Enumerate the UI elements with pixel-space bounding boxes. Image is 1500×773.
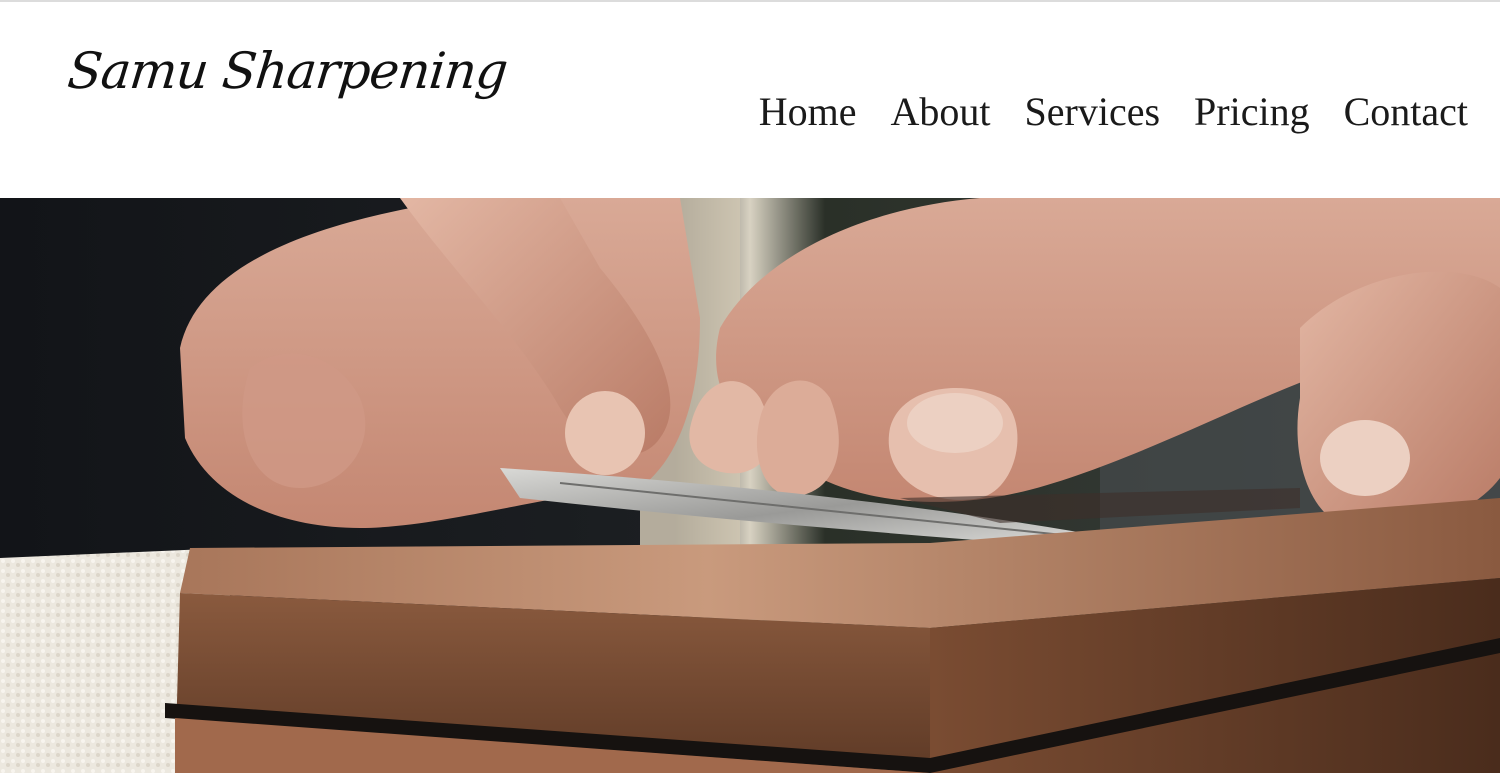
main-nav: Home About Services Pricing Contact bbox=[759, 92, 1468, 132]
nav-services[interactable]: Services bbox=[1025, 92, 1161, 132]
nav-pricing[interactable]: Pricing bbox=[1194, 92, 1310, 132]
site-logo[interactable]: Samu Sharpening bbox=[65, 42, 510, 100]
hero-image bbox=[0, 198, 1500, 773]
nav-contact[interactable]: Contact bbox=[1344, 92, 1468, 132]
site-header: Samu Sharpening Home About Services Pric… bbox=[0, 2, 1500, 198]
nav-about[interactable]: About bbox=[891, 92, 991, 132]
nav-home[interactable]: Home bbox=[759, 92, 857, 132]
page: Samu Sharpening Home About Services Pric… bbox=[0, 0, 1500, 773]
hero-photo-illustration bbox=[0, 198, 1500, 773]
